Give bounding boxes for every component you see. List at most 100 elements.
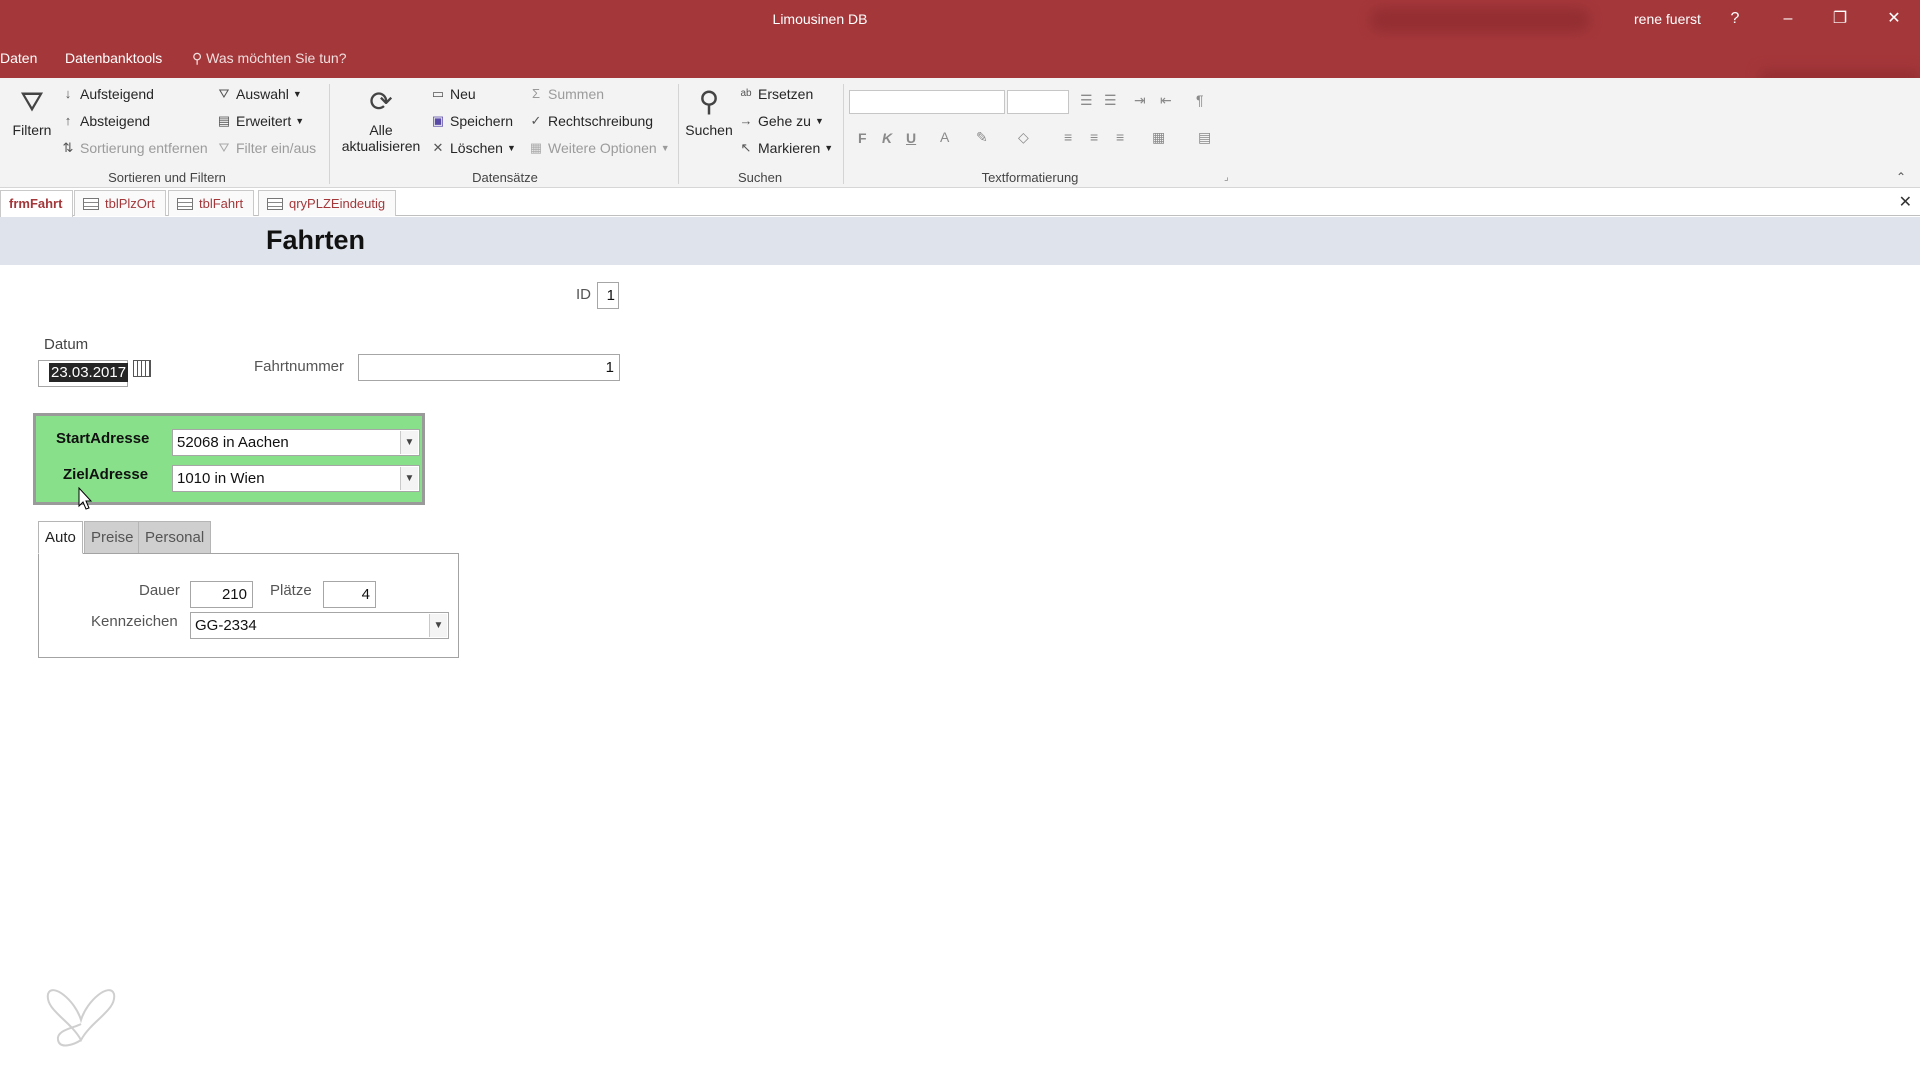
chevron-down-icon: ▼ xyxy=(814,116,824,126)
tell-me-box[interactable]: ⚲ Was möchten Sie tun? xyxy=(192,50,346,67)
advanced-filter-icon: ▤ xyxy=(217,113,231,128)
advanced-dropdown[interactable]: ▤ Erweitert ▼ xyxy=(216,113,304,129)
dauer-field[interactable]: 210 xyxy=(190,581,253,608)
align-center-icon[interactable]: ≡ xyxy=(1090,129,1098,145)
decrease-indent-icon[interactable]: ⇤ xyxy=(1160,92,1172,109)
alternate-row-color-icon[interactable]: ▤ xyxy=(1198,129,1211,146)
tell-me-text: Was möchten Sie tun? xyxy=(206,50,347,66)
spelling-label: Rechtschreibung xyxy=(548,113,654,129)
group-divider xyxy=(678,84,679,184)
datum-value: 23.03.2017 xyxy=(49,363,129,382)
save-button[interactable]: ▣ Speichern xyxy=(430,113,513,129)
new-record-icon: ▭ xyxy=(431,86,445,101)
selection-filter-icon: ⛛ xyxy=(218,86,230,101)
tab-tblPlzOrt[interactable]: tblPlzOrt xyxy=(74,190,166,216)
tab-datenbanktools[interactable]: Datenbanktools xyxy=(65,50,162,66)
chevron-down-icon[interactable]: ▼ xyxy=(400,431,418,454)
tab-daten[interactable]: Daten xyxy=(0,50,37,66)
select-dropdown[interactable]: ↖ Markieren ▼ xyxy=(738,140,834,156)
ziel-address-label: ZielAdresse xyxy=(63,466,149,483)
fill-color-icon[interactable]: ◇ xyxy=(1018,129,1029,146)
start-address-combo[interactable]: 52068 in Aachen ▼ xyxy=(172,429,420,456)
mouse-cursor-icon xyxy=(78,487,93,510)
ziel-address-combo[interactable]: 1010 in Wien ▼ xyxy=(172,465,420,492)
remove-sort-icon: ⇅ xyxy=(62,140,74,155)
close-button[interactable]: ✕ xyxy=(1880,6,1908,32)
advanced-label: Erweitert xyxy=(236,113,292,129)
funnel-icon: ⛛ xyxy=(20,86,44,117)
refresh-icon: ⟳ xyxy=(369,86,393,117)
select-label: Markieren xyxy=(758,140,821,156)
restore-button[interactable]: ❐ xyxy=(1826,6,1854,32)
ziel-address-value: 1010 in Wien xyxy=(177,470,265,487)
gridlines-icon[interactable]: ▦ xyxy=(1152,129,1165,146)
refresh-all-button[interactable]: ⟳ Alle aktualisieren xyxy=(333,86,429,154)
sort-ascending-label: Aufsteigend xyxy=(80,86,154,102)
ribbon-tabs: Daten Datenbanktools ⚲ Was möchten Sie t… xyxy=(0,40,1920,106)
collapse-ribbon-icon[interactable]: ⌃ xyxy=(1896,170,1906,184)
dialog-launcher-icon[interactable]: ⌟ xyxy=(1224,172,1229,183)
paragraph-direction-icon[interactable]: ¶ xyxy=(1196,92,1204,108)
font-color-icon[interactable]: A xyxy=(940,129,949,145)
bold-button[interactable]: F xyxy=(858,130,867,146)
toggle-filter-icon: ⛛ xyxy=(218,140,230,155)
tab-frmFahrt[interactable]: frmFahrt xyxy=(0,190,74,217)
sigma-icon: Σ xyxy=(531,86,541,101)
datum-field[interactable]: 23.03.2017 xyxy=(38,360,129,387)
pointer-icon: ↖ xyxy=(740,140,752,155)
delete-icon: ✕ xyxy=(432,140,444,155)
tab-tblFahrt[interactable]: tblFahrt xyxy=(168,190,255,216)
calendar-icon[interactable] xyxy=(133,360,151,377)
bullet-list-icon[interactable]: ☰ xyxy=(1080,92,1093,109)
tab-preise[interactable]: Preise xyxy=(84,521,141,554)
selection-dropdown[interactable]: ⛛ Auswahl ▼ xyxy=(216,86,302,102)
fahrtnummer-label: Fahrtnummer xyxy=(254,358,345,375)
sort-ascending-button[interactable]: ↓ Aufsteigend xyxy=(60,86,154,102)
id-label: ID xyxy=(576,286,591,303)
goto-dropdown[interactable]: → Gehe zu ▼ xyxy=(738,113,824,129)
id-field[interactable]: 1 xyxy=(597,282,619,309)
numbered-list-icon[interactable]: ☰ xyxy=(1104,92,1117,109)
more-options-button[interactable]: ▦ Weitere Optionen ▼ xyxy=(528,140,670,156)
totals-button[interactable]: Σ Summen xyxy=(528,86,604,102)
highlight-icon[interactable]: ✎ xyxy=(976,129,988,146)
align-left-icon[interactable]: ≡ xyxy=(1064,129,1072,145)
font-name-combo[interactable] xyxy=(849,90,1005,114)
italic-button[interactable]: K xyxy=(882,130,892,146)
chevron-down-icon[interactable]: ▼ xyxy=(429,614,447,637)
filter-button[interactable]: ⛛ Filtern xyxy=(10,86,54,138)
plaetze-field[interactable]: 4 xyxy=(323,581,376,608)
sort-ascending-icon: ↓ xyxy=(64,86,72,101)
selection-label: Auswahl xyxy=(236,86,289,102)
close-document-icon[interactable]: ✕ xyxy=(1899,192,1912,212)
tab-personal[interactable]: Personal xyxy=(138,521,212,554)
remove-sort-button[interactable]: ⇅ Sortierung entfernen xyxy=(60,140,208,156)
toggle-filter-button[interactable]: ⛛ Filter ein/aus xyxy=(216,140,317,156)
increase-indent-icon[interactable]: ⇥ xyxy=(1134,92,1146,109)
dauer-label: Dauer xyxy=(139,582,180,599)
spelling-button[interactable]: ✓ Rechtschreibung xyxy=(528,113,654,129)
sort-descending-button[interactable]: ↑ Absteigend xyxy=(60,113,150,129)
underline-button[interactable]: U xyxy=(906,130,916,146)
fahrtnummer-field[interactable]: 1 xyxy=(358,354,620,381)
group-divider xyxy=(843,84,844,184)
minimize-button[interactable]: – xyxy=(1774,6,1802,32)
find-button[interactable]: ⚲ Suchen xyxy=(684,86,734,138)
chevron-down-icon[interactable]: ▼ xyxy=(400,467,418,490)
tab-qryPLZEindeutig[interactable]: qryPLZEindeutig xyxy=(258,190,397,216)
font-size-combo[interactable] xyxy=(1007,90,1069,114)
sort-descending-label: Absteigend xyxy=(80,113,151,129)
more-options-icon: ▦ xyxy=(529,140,543,155)
group-label-textformat: Textformatierung xyxy=(981,170,1079,185)
replace-button[interactable]: ab Ersetzen xyxy=(738,86,813,102)
help-button[interactable]: ? xyxy=(1721,6,1749,32)
align-right-icon[interactable]: ≡ xyxy=(1116,129,1124,145)
user-name[interactable]: rene fuerst xyxy=(1634,11,1701,27)
kennzeichen-combo[interactable]: GG-2334 ▼ xyxy=(190,612,449,639)
spellcheck-icon: ✓ xyxy=(530,113,542,128)
tab-label: frmFahrt xyxy=(9,196,63,211)
tab-auto[interactable]: Auto xyxy=(38,521,83,554)
new-record-button[interactable]: ▭ Neu xyxy=(430,86,476,102)
delete-button[interactable]: ✕ Löschen ▼ xyxy=(430,140,516,156)
start-address-value: 52068 in Aachen xyxy=(177,434,289,451)
